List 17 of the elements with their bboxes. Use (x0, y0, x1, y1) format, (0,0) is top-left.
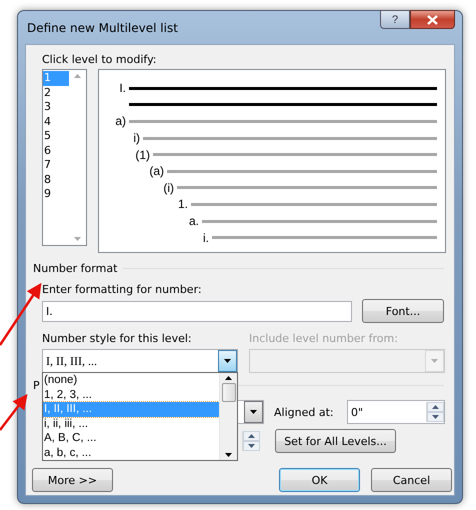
level-number: a) (114, 114, 127, 128)
section-heading: P (33, 379, 41, 392)
level-number: (i) (162, 180, 175, 195)
level-number: i. (202, 230, 210, 245)
number-style-label: Number style for this level: (42, 332, 193, 345)
level-number: I. (118, 81, 127, 96)
aligned-at-label: Aligned at: (274, 406, 335, 418)
level-number: i) (132, 131, 141, 146)
include-level-label: Include level number from: (249, 332, 398, 345)
level-list-label: Click level to modify: (42, 53, 158, 66)
section-heading: Number format (33, 262, 118, 275)
level-number: (a) (148, 164, 165, 178)
format-label: Enter formatting for number: (42, 283, 203, 296)
level-number: a. (188, 214, 200, 228)
level-number: 1. (176, 197, 189, 212)
level-number: (1) (134, 148, 151, 162)
window-title: Define new Multilevel list (26, 20, 178, 34)
